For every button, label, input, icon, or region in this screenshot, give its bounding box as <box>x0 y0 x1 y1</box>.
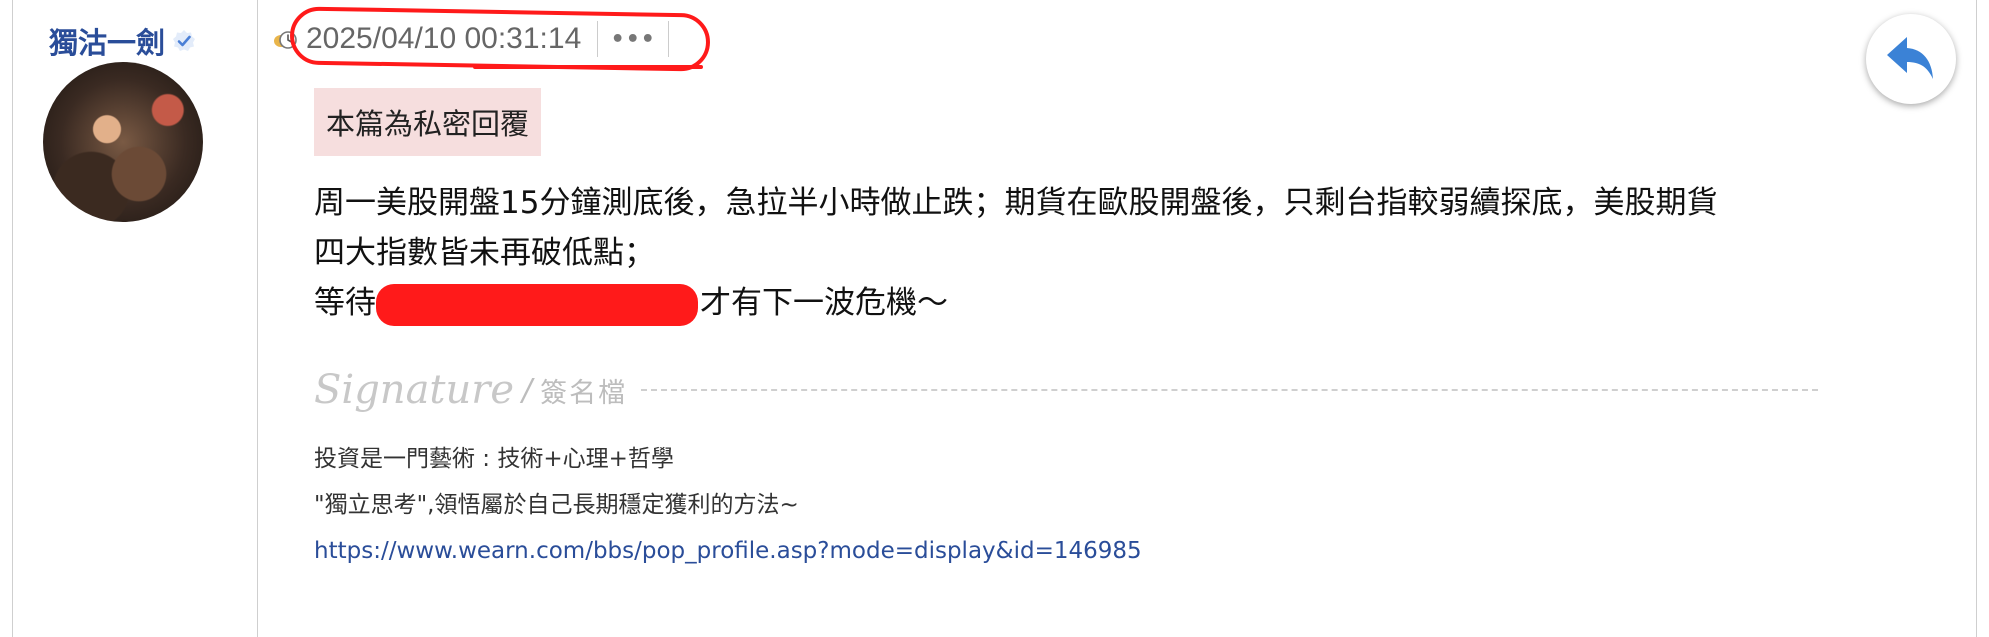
right-border <box>1976 0 1977 637</box>
reply-arrow-icon <box>1887 37 1933 79</box>
red-underline-annotation <box>473 65 703 69</box>
content-text: 等待 <box>314 285 376 321</box>
content-line: 四大指數皆未再破低點； <box>314 235 655 271</box>
avatar[interactable] <box>43 62 203 222</box>
author-name-row: 獨沽一劍 <box>49 20 197 62</box>
content-line: 等待 才有下一波危機～ <box>314 278 1974 328</box>
author-panel: 獨沽一劍 <box>13 0 257 637</box>
signature-line: 投資是一門藝術 : 技術+心理+哲學 <box>314 446 674 472</box>
signature-divider: Signature / 簽名檔 <box>314 362 1818 418</box>
verified-check-icon <box>173 30 196 51</box>
profile-link[interactable]: https://www.wearn.com/bbs/pop_profile.as… <box>314 538 1142 564</box>
signature-slash: / <box>522 372 533 408</box>
redaction-mark <box>376 283 698 326</box>
content-line: 周一美股開盤15分鐘測底後，急拉半小時做止跌；期貨在歐股開盤後，只剩台指較弱續探… <box>314 185 1718 221</box>
signature-cn-label: 簽名檔 <box>540 377 628 409</box>
signature-block: 投資是一門藝術 : 技術+心理+哲學 "獨立思考",領悟屬於自己長期穩定獲利的方… <box>314 436 1142 574</box>
dashed-divider <box>641 389 1818 391</box>
post-content: 周一美股開盤15分鐘測底後，急拉半小時做止跌；期貨在歐股開盤後，只剩台指較弱續探… <box>314 178 1974 328</box>
content-text: 才有下一波危機～ <box>700 285 948 321</box>
reply-button[interactable] <box>1866 14 1956 104</box>
red-circle-annotation <box>289 6 711 72</box>
post-body: 2025/04/10 00:31:14 ••• 本篇為私密回覆 周一美股開盤15… <box>258 0 1976 637</box>
signature-script-label: Signature <box>314 367 515 413</box>
private-reply-notice: 本篇為私密回覆 <box>314 88 542 156</box>
signature-line: "獨立思考",領悟屬於自己長期穩定獲利的方法~ <box>314 492 799 518</box>
author-name[interactable]: 獨沽一劍 <box>49 20 165 62</box>
